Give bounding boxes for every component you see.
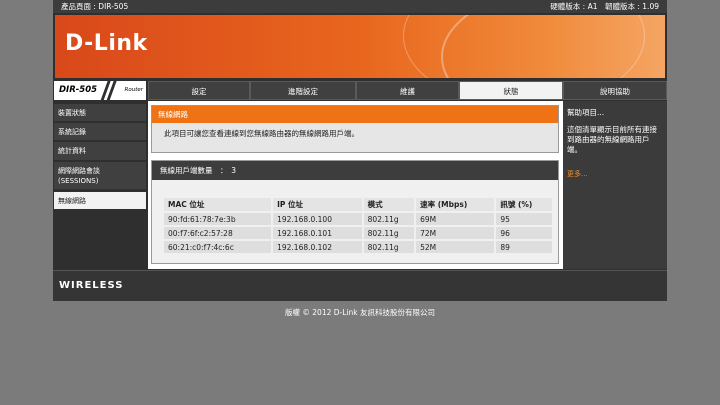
sidebar-item-wireless[interactable]: 無線網路	[54, 192, 146, 210]
cell-rate: 72M	[416, 227, 495, 239]
cell-ip: 192.168.0.101	[273, 227, 362, 239]
dlink-logo: D-Link	[65, 31, 148, 56]
cell-mode: 802.11g	[363, 213, 415, 225]
tab-maintenance[interactable]: 維護	[356, 81, 459, 100]
cell-rate: 52M	[416, 241, 495, 253]
tab-help[interactable]: 說明協助	[563, 81, 667, 100]
sidebar-item-label: (SESSIONS)	[58, 177, 99, 185]
client-table: MAC 位址 IP 位址 模式 速率 (Mbps) 訊號 (%) 90:fd:6…	[162, 196, 554, 255]
sidebar-item-statistics[interactable]: 統計資料	[54, 142, 146, 161]
header-banner: D-Link	[55, 15, 665, 78]
wireless-brand-logo: WIRELESS	[59, 280, 124, 291]
panel-description: 此項目可讓您查看連線到您無線路由器的無線網路用戶端。	[164, 129, 359, 138]
client-list-panel: 無線用戶端數量 ： 3 MAC 位址 IP 位址 模式 速率 (Mbps) 訊號…	[151, 160, 559, 264]
cell-mac: 00:f7:6f:c2:57:28	[164, 227, 272, 239]
sidebar-item-label: 統計資料	[58, 147, 86, 155]
footer-bar: WIRELESS	[53, 270, 667, 301]
sidebar-item-label: 網際網路會談	[58, 167, 100, 175]
cell-mac: 60:21:c0:f7:4c:6c	[164, 241, 272, 253]
slash-divider-icon	[99, 79, 118, 103]
column-header-signal: 訊號 (%)	[496, 198, 552, 211]
client-count-header: 無線用戶端數量 ： 3	[152, 161, 558, 180]
tab-advanced[interactable]: 進階設定	[250, 81, 356, 100]
cell-signal: 95	[496, 213, 552, 225]
column-header-rate: 速率 (Mbps)	[416, 198, 495, 211]
table-header-row: MAC 位址 IP 位址 模式 速率 (Mbps) 訊號 (%)	[164, 198, 552, 211]
model-name: DIR-505	[59, 85, 98, 95]
wireless-info-panel: 無線網路 此項目可讓您查看連線到您無線路由器的無線網路用戶端。	[151, 105, 559, 153]
copyright-text: 版權 © 2012 D-Link 友訊科技股份有限公司	[285, 308, 435, 317]
cell-ip: 192.168.0.102	[273, 241, 362, 253]
more-link[interactable]: 更多...	[567, 169, 588, 179]
banner-swoosh	[403, 15, 645, 78]
table-row: 00:f7:6f:c2:57:28 192.168.0.101 802.11g …	[164, 227, 552, 239]
panel-title: 無線網路	[152, 106, 558, 123]
sidebar-item-label: 無線網路	[58, 197, 86, 205]
top-info-bar: 產品頁面 : DIR-505 硬體版本 : A1 韌體版本 : 1.09	[53, 0, 667, 13]
cell-mode: 802.11g	[363, 227, 415, 239]
column-header-mode: 模式	[363, 198, 415, 211]
cell-signal: 96	[496, 227, 552, 239]
tab-status[interactable]: 狀態	[459, 81, 563, 100]
cell-signal: 89	[496, 241, 552, 253]
model-badge: DIR-505 Router	[54, 79, 146, 103]
column-header-mac: MAC 位址	[164, 198, 272, 211]
version-info: 硬體版本 : A1 韌體版本 : 1.09	[550, 2, 659, 11]
help-text: 這個清單顯示目前所有連接到路由器的無線網路用戶端。	[567, 125, 657, 154]
router-admin-frame: 產品頁面 : DIR-505 硬體版本 : A1 韌體版本 : 1.09 D-L…	[53, 0, 667, 301]
help-title: 幫助項目...	[567, 108, 605, 117]
sidebar-item-label: 裝置狀態	[58, 109, 86, 117]
sidebar-item-device-info[interactable]: 裝置狀態	[54, 104, 146, 122]
table-row: 90:fd:61:78:7e:3b 192.168.0.100 802.11g …	[164, 213, 552, 225]
device-type: Router	[124, 87, 143, 93]
top-navigation: DIR-505 Router 設定 進階設定 維護 狀態 說明協助	[53, 79, 667, 103]
sidebar: 裝置狀態 系統記錄 統計資料 網際網路會談 (SESSIONS) 無線網路	[53, 101, 148, 269]
help-column: 幫助項目... 這個清單顯示目前所有連接到路由器的無線網路用戶端。 更多...	[563, 101, 667, 269]
cell-rate: 69M	[416, 213, 495, 225]
product-page-label: 產品頁面 : DIR-505	[61, 2, 129, 11]
table-row: 60:21:c0:f7:4c:6c 192.168.0.102 802.11g …	[164, 241, 552, 253]
main-content: 無線網路 此項目可讓您查看連線到您無線路由器的無線網路用戶端。 無線用戶端數量 …	[148, 101, 563, 269]
sidebar-item-label: 系統記錄	[58, 128, 86, 136]
cell-mac: 90:fd:61:78:7e:3b	[164, 213, 272, 225]
sidebar-item-sessions[interactable]: 網際網路會談 (SESSIONS)	[54, 162, 146, 190]
sidebar-item-logs[interactable]: 系統記錄	[54, 123, 146, 141]
tab-setup[interactable]: 設定	[148, 81, 250, 100]
column-header-ip: IP 位址	[273, 198, 362, 211]
cell-ip: 192.168.0.100	[273, 213, 362, 225]
cell-mode: 802.11g	[363, 241, 415, 253]
